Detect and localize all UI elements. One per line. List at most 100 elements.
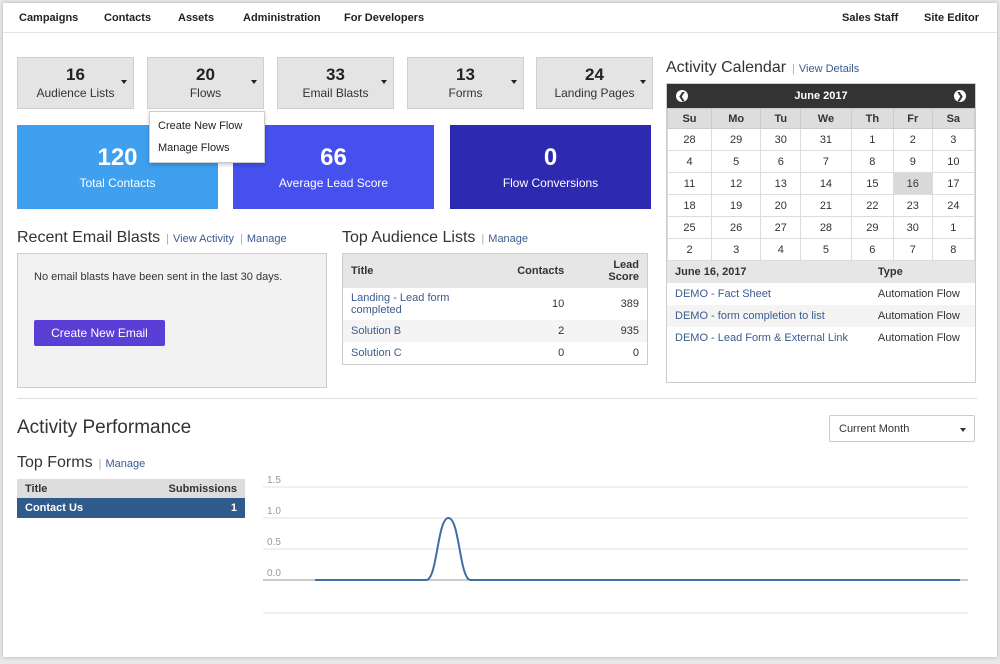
calendar-day[interactable]: 24 (931, 194, 976, 217)
kpi-value: 0 (543, 144, 558, 171)
calendar-day[interactable]: 4 (667, 150, 712, 173)
calendar-day[interactable]: 29 (710, 128, 762, 151)
calendar-day[interactable]: 4 (760, 238, 802, 261)
calendar-day[interactable]: 9 (892, 150, 933, 173)
calendar-day[interactable]: 3 (931, 128, 976, 151)
calendar-day[interactable]: 12 (710, 172, 762, 195)
weekday-header: Sa (931, 108, 976, 129)
event-row: DEMO - Lead Form & External Link Automat… (667, 327, 975, 349)
manage-forms-link[interactable]: Manage (105, 458, 145, 470)
caret-down-icon[interactable] (121, 80, 127, 84)
nav-sales-staff[interactable]: Sales Staff (842, 12, 898, 24)
empty-message: No email blasts have been sent in the la… (34, 271, 283, 283)
audience-header: Top Audience Lists | Manage (342, 229, 529, 246)
caret-down-icon[interactable] (511, 80, 517, 84)
manage-audience-link[interactable]: Manage (488, 233, 528, 245)
stat-landing-pages[interactable]: 24 Landing Pages (536, 57, 653, 109)
col-contacts: Contacts (509, 253, 573, 288)
calendar-day[interactable]: 28 (800, 216, 852, 239)
events-type-header: Type (869, 261, 975, 283)
calendar-day[interactable]: 28 (667, 128, 712, 151)
create-new-email-button[interactable]: Create New Email (34, 320, 165, 346)
calendar-day[interactable]: 6 (850, 238, 894, 261)
calendar-day[interactable]: 30 (892, 216, 933, 239)
calendar-week: 4 5 6 7 8 9 10 (667, 150, 976, 173)
calendar-day[interactable]: 7 (800, 150, 852, 173)
calendar-day[interactable]: 17 (931, 172, 976, 195)
period-select[interactable]: Current Month (829, 415, 975, 442)
calendar-day[interactable]: 7 (892, 238, 933, 261)
calendar-day[interactable]: 22 (850, 194, 894, 217)
stat-label: Flows (189, 86, 222, 100)
calendar-day[interactable]: 10 (931, 150, 976, 173)
event-link[interactable]: DEMO - Lead Form & External Link (675, 332, 848, 344)
menu-item-manage-flows[interactable]: Manage Flows (150, 137, 264, 159)
nav-for-developers[interactable]: For Developers (344, 12, 424, 24)
calendar-day[interactable]: 8 (850, 150, 894, 173)
calendar-day[interactable]: 11 (667, 172, 712, 195)
calendar-day[interactable]: 19 (710, 194, 762, 217)
caret-down-icon[interactable] (251, 80, 257, 84)
event-link[interactable]: DEMO - Fact Sheet (675, 288, 771, 300)
table-row[interactable]: Contact Us 1 (17, 498, 245, 518)
manage-emails-link[interactable]: Manage (247, 233, 287, 245)
stat-flows[interactable]: 20 Flows (147, 57, 264, 109)
section-title: Activity Calendar (666, 59, 787, 76)
calendar-day[interactable]: 25 (667, 216, 712, 239)
form-title[interactable]: Contact Us (17, 498, 124, 518)
calendar-day[interactable]: 26 (710, 216, 762, 239)
audience-table: Title Contacts Lead Score Landing - Lead… (342, 253, 648, 365)
kpi-flow-conversions[interactable]: 0 Flow Conversions (450, 125, 651, 209)
view-details-link[interactable]: View Details (799, 63, 859, 75)
event-link[interactable]: DEMO - form completion to list (675, 310, 825, 322)
calendar-day[interactable]: 2 (667, 238, 712, 261)
audience-link[interactable]: Landing - Lead form completed (351, 292, 449, 316)
calendar-day[interactable]: 18 (667, 194, 712, 217)
calendar-day[interactable]: 3 (710, 238, 762, 261)
calendar-day[interactable]: 20 (760, 194, 802, 217)
calendar-day[interactable]: 29 (850, 216, 894, 239)
calendar-day[interactable]: 5 (800, 238, 852, 261)
calendar-day[interactable]: 31 (800, 128, 852, 151)
nav-site-editor[interactable]: Site Editor (924, 12, 979, 24)
recent-email-panel: No email blasts have been sent in the la… (17, 253, 327, 388)
top-forms-header: Top Forms | Manage (17, 454, 146, 471)
nav-administration[interactable]: Administration (243, 12, 321, 24)
calendar-day[interactable]: 14 (800, 172, 852, 195)
calendar-grid: Su Mo Tu We Th Fr Sa 28 29 30 31 1 2 3 4 5 6 7 8 9 10 11 12 13 1… (667, 108, 976, 261)
menu-item-create-new-flow[interactable]: Create New Flow (150, 115, 264, 137)
contacts-cell: 0 (558, 346, 565, 359)
calendar-day[interactable]: 1 (850, 128, 894, 151)
nav-assets[interactable]: Assets (178, 12, 214, 24)
calendar-day[interactable]: 2 (892, 128, 933, 151)
audience-link[interactable]: Solution C (351, 347, 402, 359)
calendar-day[interactable]: 16 (892, 172, 933, 195)
calendar-day[interactable]: 27 (760, 216, 802, 239)
calendar-day[interactable]: 23 (892, 194, 933, 217)
caret-down-icon[interactable] (381, 80, 387, 84)
kpi-label: Average Lead Score (278, 176, 389, 190)
view-activity-link[interactable]: View Activity (173, 233, 234, 245)
stat-forms[interactable]: 13 Forms (407, 57, 524, 109)
next-month-icon[interactable]: ❯ (954, 90, 966, 102)
calendar-day[interactable]: 5 (710, 150, 762, 173)
nav-contacts[interactable]: Contacts (104, 12, 151, 24)
stat-label: Email Blasts (302, 86, 369, 100)
calendar-day[interactable]: 15 (850, 172, 894, 195)
flows-dropdown-menu: Create New Flow Manage Flows (149, 111, 265, 163)
prev-month-icon[interactable]: ❮ (676, 90, 688, 102)
calendar-day[interactable]: 30 (760, 128, 802, 151)
calendar-day[interactable]: 21 (800, 194, 852, 217)
calendar-day[interactable]: 13 (760, 172, 802, 195)
calendar-day[interactable]: 6 (760, 150, 802, 173)
audience-link[interactable]: Solution B (351, 325, 401, 337)
stat-audience-lists[interactable]: 16 Audience Lists (17, 57, 134, 109)
lead-score-cell: 935 (572, 320, 648, 342)
stat-value: 16 (66, 65, 85, 84)
calendar-day[interactable]: 8 (931, 238, 976, 261)
caret-down-icon[interactable] (640, 80, 646, 84)
calendar-day[interactable]: 1 (931, 216, 976, 239)
nav-campaigns[interactable]: Campaigns (19, 12, 78, 24)
stat-email-blasts[interactable]: 33 Email Blasts (277, 57, 394, 109)
event-type: Automation Flow (869, 305, 975, 327)
